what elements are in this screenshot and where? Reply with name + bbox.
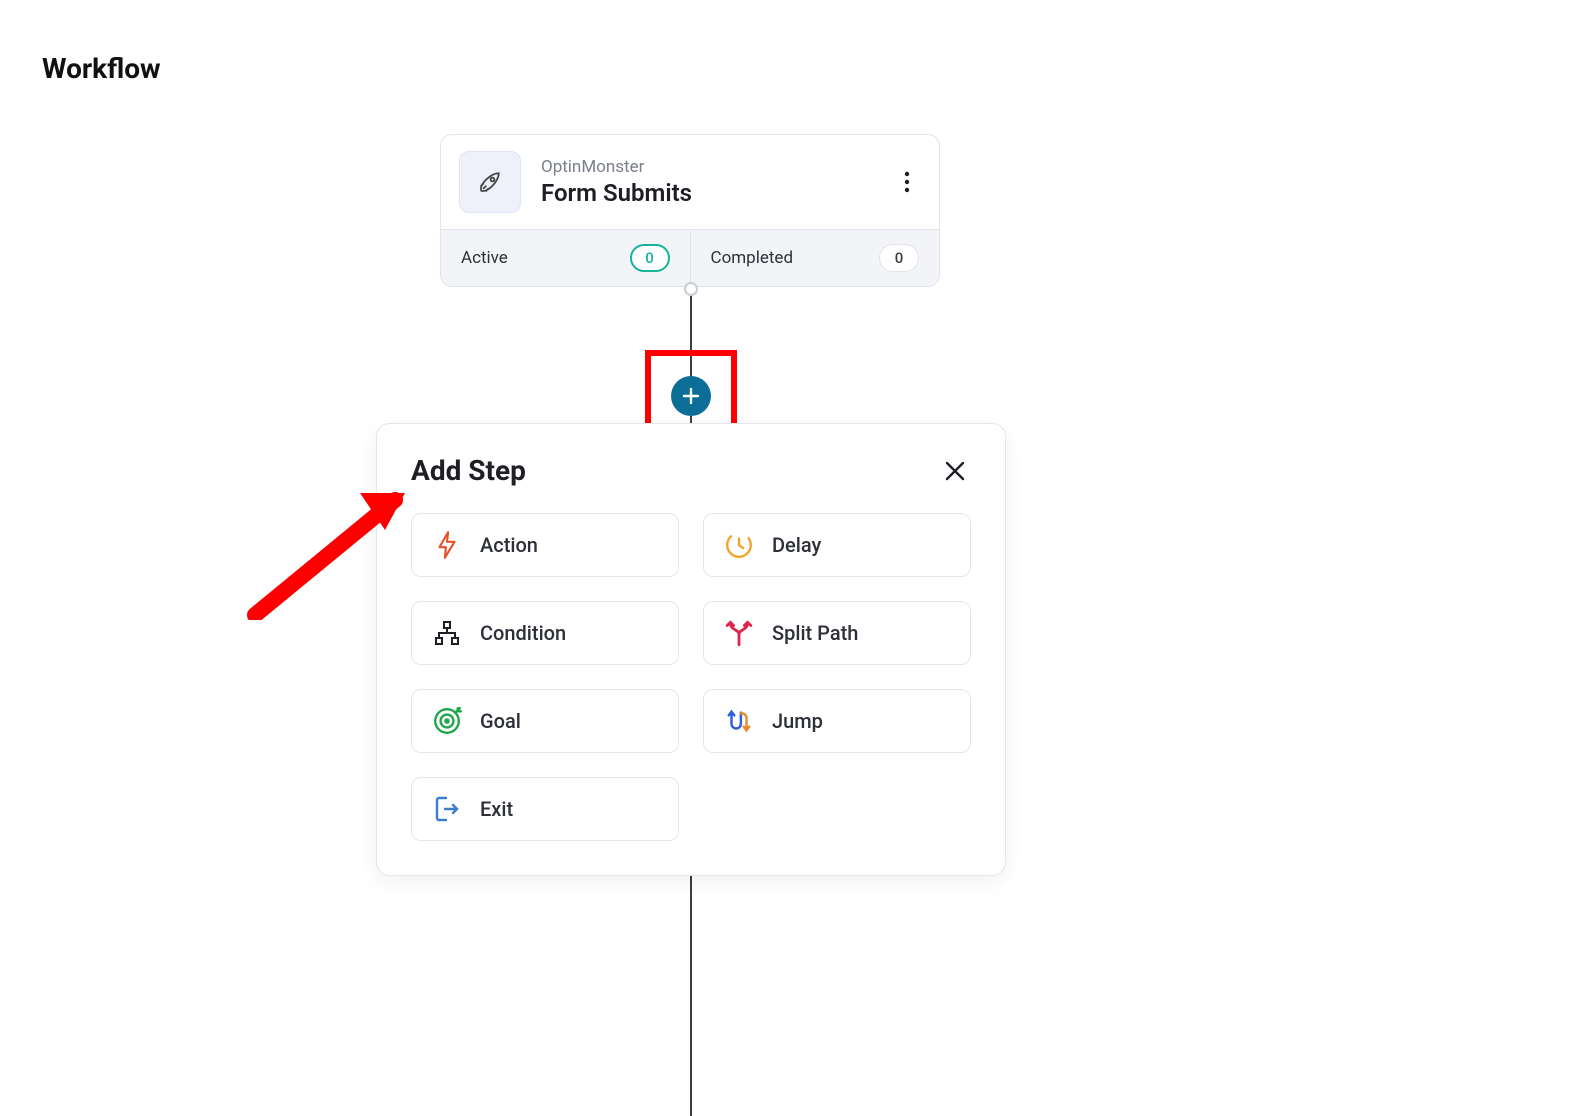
stat-label: Active: [461, 248, 508, 268]
more-menu-button[interactable]: [893, 162, 921, 202]
step-option-jump[interactable]: Jump: [703, 689, 971, 753]
stat-active[interactable]: Active 0: [441, 230, 690, 286]
trigger-stats: Active 0 Completed 0: [441, 229, 939, 286]
step-option-label: Goal: [480, 709, 521, 733]
stat-value: 0: [879, 244, 919, 272]
step-option-split[interactable]: Split Path: [703, 601, 971, 665]
close-button[interactable]: [939, 455, 971, 487]
more-vertical-icon: [904, 171, 910, 193]
step-option-label: Action: [480, 533, 538, 557]
step-option-action[interactable]: Action: [411, 513, 679, 577]
clock-icon: [724, 530, 754, 560]
popover-title: Add Step: [411, 454, 526, 487]
trigger-source: OptinMonster: [541, 157, 873, 177]
trigger-labels: OptinMonster Form Submits: [541, 157, 873, 207]
step-option-label: Exit: [480, 797, 513, 821]
step-option-goal[interactable]: Goal: [411, 689, 679, 753]
hierarchy-icon: [432, 618, 462, 648]
target-icon: [432, 706, 462, 736]
trigger-card-header: OptinMonster Form Submits: [441, 135, 939, 229]
trigger-card[interactable]: OptinMonster Form Submits Active 0 Compl…: [440, 134, 940, 287]
exit-icon: [432, 794, 462, 824]
step-option-label: Jump: [772, 709, 823, 733]
rocket-icon: [475, 167, 505, 197]
lightning-icon: [432, 530, 462, 560]
step-option-condition[interactable]: Condition: [411, 601, 679, 665]
page-title: Workflow: [42, 52, 161, 85]
step-option-label: Split Path: [772, 621, 858, 645]
add-step-popover: Add Step Action Delay Condition Split Path G…: [376, 423, 1006, 876]
step-option-delay[interactable]: Delay: [703, 513, 971, 577]
step-option-label: Condition: [480, 621, 566, 645]
jump-icon: [724, 706, 754, 736]
stat-label: Completed: [711, 248, 794, 268]
connector-dot: [684, 282, 698, 296]
step-option-exit[interactable]: Exit: [411, 777, 679, 841]
close-icon: [944, 460, 966, 482]
plus-icon: [682, 387, 700, 405]
stat-completed[interactable]: Completed 0: [690, 230, 940, 286]
step-option-label: Delay: [772, 533, 821, 557]
add-step-button[interactable]: [671, 376, 711, 416]
trigger-icon-box: [459, 151, 521, 213]
stat-value: 0: [630, 244, 670, 272]
trigger-event: Form Submits: [541, 179, 873, 207]
split-icon: [724, 618, 754, 648]
